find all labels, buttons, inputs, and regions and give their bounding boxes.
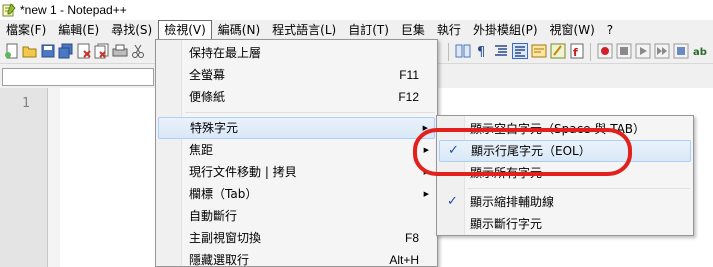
line-number: 1 <box>22 96 30 111</box>
word-wrap-icon[interactable] <box>512 43 528 59</box>
submenu-item-show-wrap-symbol[interactable]: 顯示斷行字元 <box>439 213 691 235</box>
menu-plugins[interactable]: 外掛模組(P) <box>467 20 544 40</box>
folder-workspace-icon[interactable]: f <box>569 43 585 59</box>
view-menu-dropdown: 保持在最上層 全螢幕 F11 便條紙 F12 特殊字元 ▶ 焦距 ▶ 現行文件移… <box>155 39 438 267</box>
close-file-icon[interactable] <box>76 43 92 59</box>
window-title: *new 1 - Notepad++ <box>20 3 127 17</box>
indent-guide-icon[interactable] <box>493 43 509 59</box>
toolbar-separator <box>448 43 449 61</box>
save-macro-icon[interactable] <box>673 43 689 59</box>
red-annotation-ellipse <box>413 128 632 176</box>
menu-encoding[interactable]: 編碼(N) <box>212 20 266 40</box>
menu-separator <box>185 112 435 113</box>
function-list-icon[interactable] <box>550 43 566 59</box>
svg-text:¶: ¶ <box>477 45 485 59</box>
sync-scroll-icon[interactable] <box>455 43 471 59</box>
menu-item-tab[interactable]: 欄標（Tab） ▶ <box>158 183 435 205</box>
menu-language[interactable]: 程式語言(L) <box>266 20 342 40</box>
fold-margin <box>48 88 60 267</box>
menu-item-move-clone-document[interactable]: 現行文件移動 | 拷貝 ▶ <box>158 161 435 183</box>
menu-file[interactable]: 檔案(F) <box>0 20 52 40</box>
tab-new-1[interactable] <box>2 68 154 86</box>
svg-text:f: f <box>573 46 578 59</box>
title-bar: *new 1 - Notepad++ <box>0 0 713 20</box>
menu-item-show-symbol[interactable]: 特殊字元 ▶ <box>158 117 435 139</box>
menu-item-full-screen[interactable]: 全螢幕 F11 <box>158 64 435 86</box>
run-macro-multiple-icon[interactable] <box>654 43 670 59</box>
menu-view[interactable]: 檢視(V) <box>158 20 212 40</box>
doc-map-icon[interactable] <box>531 43 547 59</box>
toolbar-separator <box>590 43 591 61</box>
record-macro-icon[interactable] <box>597 43 613 59</box>
menu-help[interactable]: ? <box>601 20 619 40</box>
menu-item-word-wrap[interactable]: 自動斷行 <box>158 205 435 227</box>
menu-item-focus-other-view[interactable]: 主副視窗切換 F8 <box>158 227 435 249</box>
show-all-chars-icon[interactable]: ¶ <box>474 43 490 60</box>
menu-search[interactable]: 尋找(S) <box>105 20 158 40</box>
open-file-icon[interactable] <box>22 43 38 59</box>
spell-check-icon[interactable]: ab <box>692 43 708 59</box>
menu-item-always-on-top[interactable]: 保持在最上層 <box>158 42 435 64</box>
submenu-arrow-icon: ▶ <box>423 190 429 198</box>
menu-item-zoom[interactable]: 焦距 ▶ <box>158 139 435 161</box>
menu-bar: 檔案(F) 編輯(E) 尋找(S) 檢視(V) 編碼(N) 程式語言(L) 自訂… <box>0 20 713 40</box>
close-all-icon[interactable] <box>94 43 110 59</box>
menu-item-post-it[interactable]: 便條紙 F12 <box>158 86 435 108</box>
submenu-separator <box>468 188 690 189</box>
notepadpp-app-icon <box>2 3 16 17</box>
save-all-icon[interactable] <box>58 43 74 59</box>
stop-macro-icon[interactable] <box>616 43 632 59</box>
menu-settings[interactable]: 自訂(T) <box>342 20 395 40</box>
play-macro-icon[interactable] <box>635 43 651 59</box>
new-file-icon[interactable] <box>4 43 20 59</box>
menu-window[interactable]: 視窗(W) <box>544 20 601 40</box>
submenu-item-show-indent-guide[interactable]: ✓ 顯示縮排輔助線 <box>439 191 691 213</box>
menu-item-hide-lines[interactable]: 隱藏選取行 Alt+H <box>158 249 435 267</box>
line-number-gutter: 1 <box>0 88 48 267</box>
menu-edit[interactable]: 編輯(E) <box>52 20 105 40</box>
svg-text:ab: ab <box>693 47 707 58</box>
cut-icon[interactable] <box>130 43 146 59</box>
menu-macro[interactable]: 巨集 <box>395 20 431 40</box>
checkmark-icon: ✓ <box>447 194 458 209</box>
save-icon[interactable] <box>40 43 56 59</box>
print-icon[interactable] <box>112 43 128 59</box>
menu-run[interactable]: 執行 <box>431 20 467 40</box>
